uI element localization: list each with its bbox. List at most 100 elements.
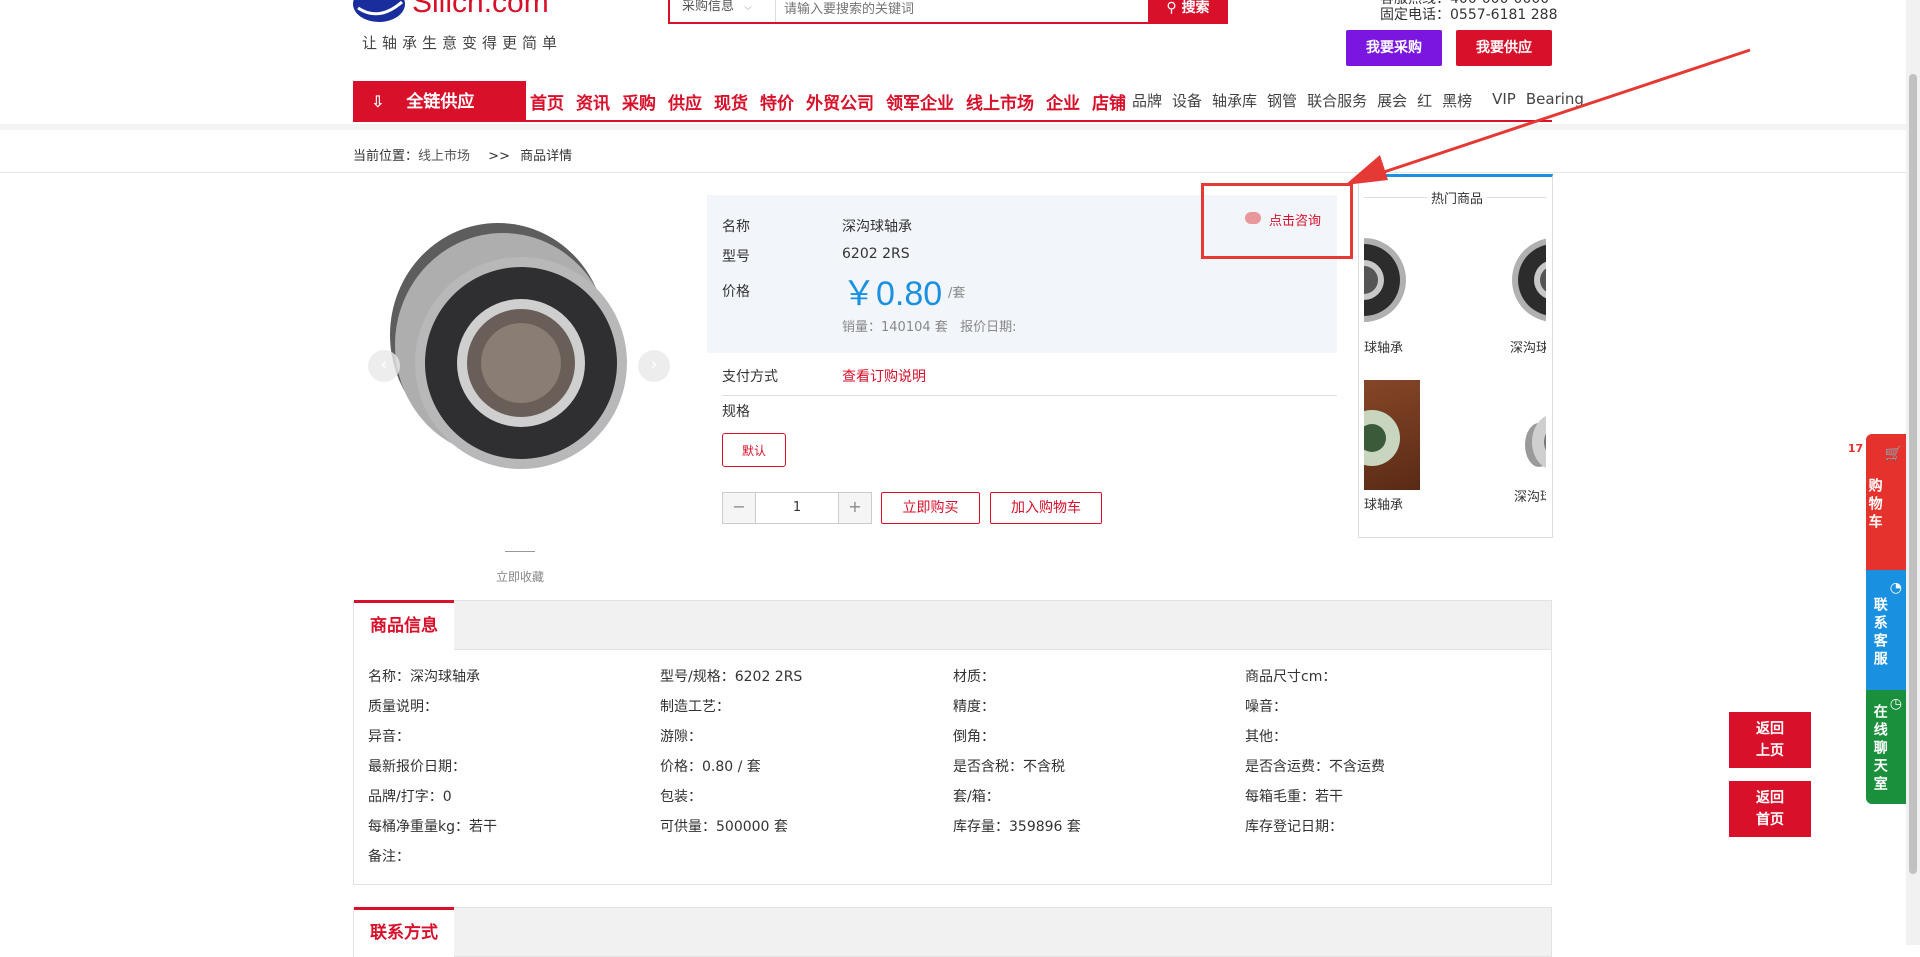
tab-product-info[interactable]: 商品信息 [354,600,454,650]
model-label: 型号 [722,249,750,265]
online-chat-button[interactable]: ◷ 在线聊天室 [1866,690,1906,804]
spec-cell: 品牌/打字：0 [368,786,452,806]
spec-cell: 型号/规格：6202 2RS [660,666,802,686]
spec-cell: 是否含运费：不含运费 [1245,756,1385,776]
hot-product-image [1525,415,1546,469]
buy-now-button[interactable]: 立即购买 [881,492,980,524]
logo-icon[interactable] [352,0,406,26]
gallery-prev-button[interactable]: ‹ [368,350,400,382]
nav-purchase[interactable]: 采购 [622,89,656,114]
order-instructions-link[interactable]: 查看订购说明 [842,366,926,386]
model-value: 6202 2RS [842,246,910,262]
spec-cell: 库存量：359896 套 [953,816,1081,836]
contact-tabbar [353,907,1552,957]
breadcrumb: 当前位置：线上市场 >> 商品详情 [353,149,573,164]
nav-brand[interactable]: 品牌 [1132,90,1162,111]
tab-contact[interactable]: 联系方式 [354,907,454,957]
main-nav: 首页 资讯 采购 供应 现货 特价 外贸公司 领军企业 线上市场 企业 店铺 [530,89,1138,114]
spec-cell: 套/箱： [953,786,1000,806]
annotation-arrow [1345,48,1751,185]
nav-equipment[interactable]: 设备 [1172,90,1202,111]
spec-default-option[interactable]: 默认 [722,433,786,467]
scrollbar-thumb[interactable] [1909,74,1917,874]
hot-product-item[interactable]: 球轴承 [1364,235,1454,356]
hot-product-item[interactable]: 深沟球 [1504,235,1546,356]
logo-text[interactable]: Sillcn.com [412,0,549,20]
spec-key: 其他： [1245,729,1287,745]
nav-enterprise[interactable]: 企业 [1046,89,1080,114]
nav-special[interactable]: 特价 [760,89,794,114]
spec-cell: 是否含税：不含税 [953,756,1065,776]
back-home-button[interactable]: 返回 首页 [1729,781,1811,837]
spec-key: 异音： [368,729,410,745]
spec-key: 可供量： [660,819,716,835]
price-unit: /套 [948,286,966,301]
nav-foreign-trade[interactable]: 外贸公司 [806,89,874,114]
spec-cell: 最新报价日期： [368,756,466,776]
spec-label: 规格 [722,404,750,420]
spec-value: 深沟球轴承 [410,669,480,685]
quantity-input[interactable]: 1 [755,493,839,523]
hot-product-item[interactable]: 深沟球 [1494,400,1546,505]
spec-key: 型号/规格： [660,669,735,685]
favorite-link[interactable]: 立即收藏 [496,568,544,585]
spec-key: 精度： [953,699,995,715]
chevron-down-icon: ⌵ [744,2,752,13]
spec-key: 质量说明： [368,699,438,715]
product-info-tabbar [353,600,1552,650]
nav-shop[interactable]: 店铺 [1092,89,1126,114]
spec-cell: 材质： [953,666,995,686]
search-button[interactable]: ⚲ 搜索 [1148,0,1228,24]
breadcrumb-market[interactable]: 线上市场 [418,149,470,164]
spec-cell: 每桶净重量kg：若干 [368,816,497,836]
nav-steel-pipe[interactable]: 钢管 [1267,90,1297,111]
spec-key: 材质： [953,669,995,685]
customer-service-button[interactable]: ◔ 联系客服 [1866,570,1906,690]
spec-value: 500000 套 [716,819,788,835]
search-box: 采购信息 ⌵ [668,0,1228,24]
price-value: ￥0.80 [842,275,943,313]
spec-cell: 质量说明： [368,696,438,716]
nav-supply[interactable]: 供应 [668,89,702,114]
spec-key: 每箱毛重： [1245,789,1315,805]
nav-home[interactable]: 首页 [530,89,564,114]
nav-online-market[interactable]: 线上市场 [966,89,1034,114]
spec-cell: 制造工艺： [660,696,730,716]
spec-cell: 噪音： [1245,696,1287,716]
full-chain-supply-button[interactable]: ⇩ 全链供应 [353,81,526,122]
nav-stock[interactable]: 现货 [714,89,748,114]
spec-value: 6202 2RS [734,669,803,685]
spec-key: 是否含运费： [1245,759,1329,775]
spec-value: 0 [442,789,452,805]
quantity-increase-button[interactable]: + [838,493,871,523]
spec-value: 不含运费 [1329,759,1385,775]
spec-key: 包装： [660,789,702,805]
cart-icon: 🛒 [1884,446,1906,462]
spec-key: 游隙： [660,729,702,745]
right-float-bar: 🛒 购物车 17 ◔ 联系客服 ◷ 在线聊天室 [1846,434,1906,804]
quantity-decrease-button[interactable]: − [723,493,756,523]
nav-news[interactable]: 资讯 [576,89,610,114]
cart-float-button[interactable]: 🛒 购物车 17 [1846,434,1906,570]
gallery-next-button[interactable]: › [638,350,670,382]
spec-key: 商品尺寸cm： [1245,669,1337,685]
slogan: 让轴承生意变得更简单 [362,34,563,52]
nav-bearing-library[interactable]: 轴承库 [1212,90,1257,111]
spec-cell: 游隙： [660,726,702,746]
back-prev-page-button[interactable]: 返回 上页 [1729,712,1811,768]
spec-cell: 精度： [953,696,995,716]
phone-text: 固定电话：0557-6181 288 [1380,7,1558,23]
search-category-select[interactable]: 采购信息 ⌵ [670,0,776,22]
spec-key: 套/箱： [953,789,1000,805]
spec-key: 名称： [368,669,410,685]
name-label: 名称 [722,219,750,235]
nav-leading-enterprise[interactable]: 领军企业 [886,89,954,114]
quantity-stepper: − 1 + [722,492,872,524]
add-to-cart-button[interactable]: 加入购物车 [990,492,1102,524]
search-input[interactable] [782,0,1116,22]
spec-key: 倒角： [953,729,995,745]
spec-cell: 可供量：500000 套 [660,816,788,836]
spec-key: 噪音： [1245,699,1287,715]
spec-cell: 商品尺寸cm： [1245,666,1336,686]
hot-product-item[interactable]: 球轴承 [1364,380,1454,513]
